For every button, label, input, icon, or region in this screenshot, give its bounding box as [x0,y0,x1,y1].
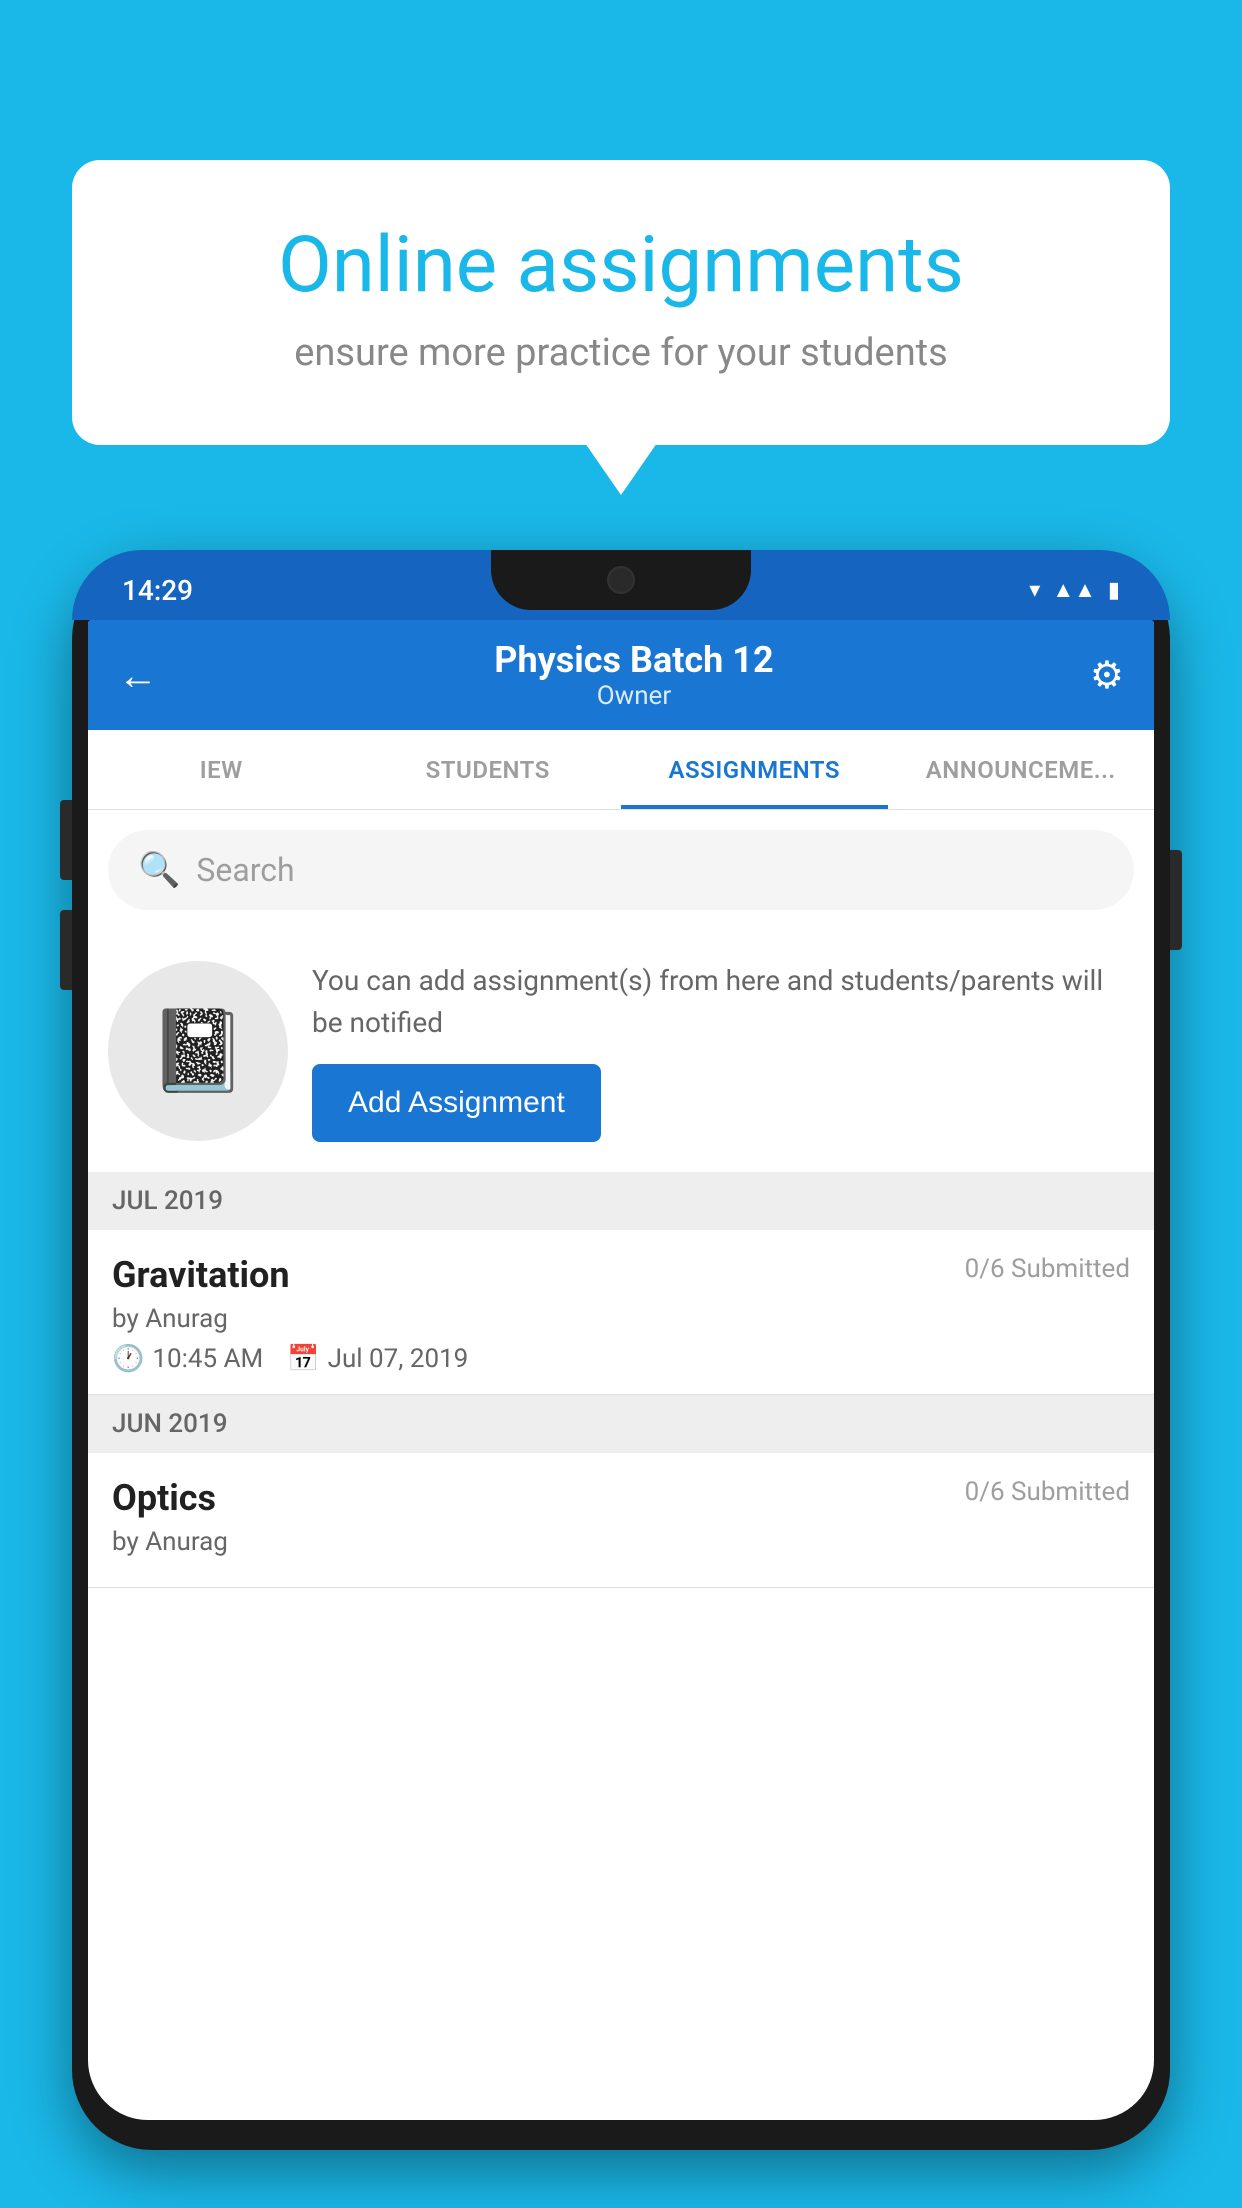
app-header: ← Physics Batch 12 Owner ⚙ [88,620,1154,730]
bubble-subtitle: ensure more practice for your students [152,331,1090,375]
assignment-item-optics[interactable]: Optics 0/6 Submitted by Anurag [88,1453,1154,1588]
assignment-title-optics: Optics [112,1477,216,1519]
app-screen: ← Physics Batch 12 Owner ⚙ IEW STUDENTS … [88,620,1154,2120]
assignment-author-optics: by Anurag [112,1527,1130,1557]
info-card: 📓 You can add assignment(s) from here an… [88,930,1154,1172]
wifi-icon: ▾ [1029,578,1040,603]
phone-notch [491,550,751,610]
calendar-icon: 📅 [287,1344,319,1374]
status-icons: ▾ ▲▲ ▮ [1029,577,1120,603]
info-text-area: You can add assignment(s) from here and … [312,960,1130,1142]
assignment-meta-gravitation: 🕐 10:45 AM 📅 Jul 07, 2019 [112,1344,1130,1374]
search-bar-container: 🔍 Search [88,810,1154,930]
time-value: 10:45 AM [152,1344,263,1374]
search-placeholder: Search [196,851,294,889]
volume-up-button [60,800,72,880]
header-title-area: Physics Batch 12 Owner [178,639,1090,711]
info-icon-circle: 📓 [108,961,288,1141]
notebook-icon: 📓 [148,1004,248,1098]
tabs-bar: IEW STUDENTS ASSIGNMENTS ANNOUNCEME... [88,730,1154,810]
search-icon: 🔍 [138,850,180,890]
tab-students[interactable]: STUDENTS [355,730,622,809]
phone-body: 14:29 ▾ ▲▲ ▮ ← Physics Batch 12 Owner ⚙ [72,550,1170,2150]
assignment-time: 🕐 10:45 AM [112,1344,263,1374]
assignment-author-gravitation: by Anurag [112,1304,1130,1334]
tab-assignments[interactable]: ASSIGNMENTS [621,730,888,809]
search-bar[interactable]: 🔍 Search [108,830,1134,910]
speech-bubble-container: Online assignments ensure more practice … [72,160,1170,445]
assignment-status-gravitation: 0/6 Submitted [965,1254,1130,1284]
assignment-header-row: Gravitation 0/6 Submitted [112,1254,1130,1296]
tab-iew[interactable]: IEW [88,730,355,809]
content-area: 🔍 Search 📓 You can add assignment(s) fro… [88,810,1154,1588]
clock-icon: 🕐 [112,1344,144,1374]
assignment-header-row-optics: Optics 0/6 Submitted [112,1477,1130,1519]
bubble-title: Online assignments [152,220,1090,311]
back-button[interactable]: ← [118,652,158,699]
power-button [1170,850,1182,950]
tab-announcements[interactable]: ANNOUNCEME... [888,730,1155,809]
add-assignment-button[interactable]: Add Assignment [312,1064,601,1142]
speech-bubble: Online assignments ensure more practice … [72,160,1170,445]
front-camera [607,566,635,594]
assignment-title-gravitation: Gravitation [112,1254,290,1296]
signal-icon: ▲▲ [1052,577,1096,603]
assignment-date: 📅 Jul 07, 2019 [287,1344,468,1374]
settings-icon[interactable]: ⚙ [1090,653,1124,698]
status-time: 14:29 [122,574,193,607]
info-description: You can add assignment(s) from here and … [312,960,1130,1044]
battery-icon: ▮ [1108,578,1120,603]
header-title: Physics Batch 12 [178,639,1090,681]
date-value: Jul 07, 2019 [328,1344,469,1374]
assignment-item-gravitation[interactable]: Gravitation 0/6 Submitted by Anurag 🕐 10… [88,1230,1154,1395]
volume-down-button [60,910,72,990]
phone-mockup: 14:29 ▾ ▲▲ ▮ ← Physics Batch 12 Owner ⚙ [72,550,1170,2208]
section-header-jun: JUN 2019 [88,1395,1154,1453]
section-header-jul: JUL 2019 [88,1172,1154,1230]
header-subtitle: Owner [178,681,1090,711]
assignment-status-optics: 0/6 Submitted [965,1477,1130,1507]
